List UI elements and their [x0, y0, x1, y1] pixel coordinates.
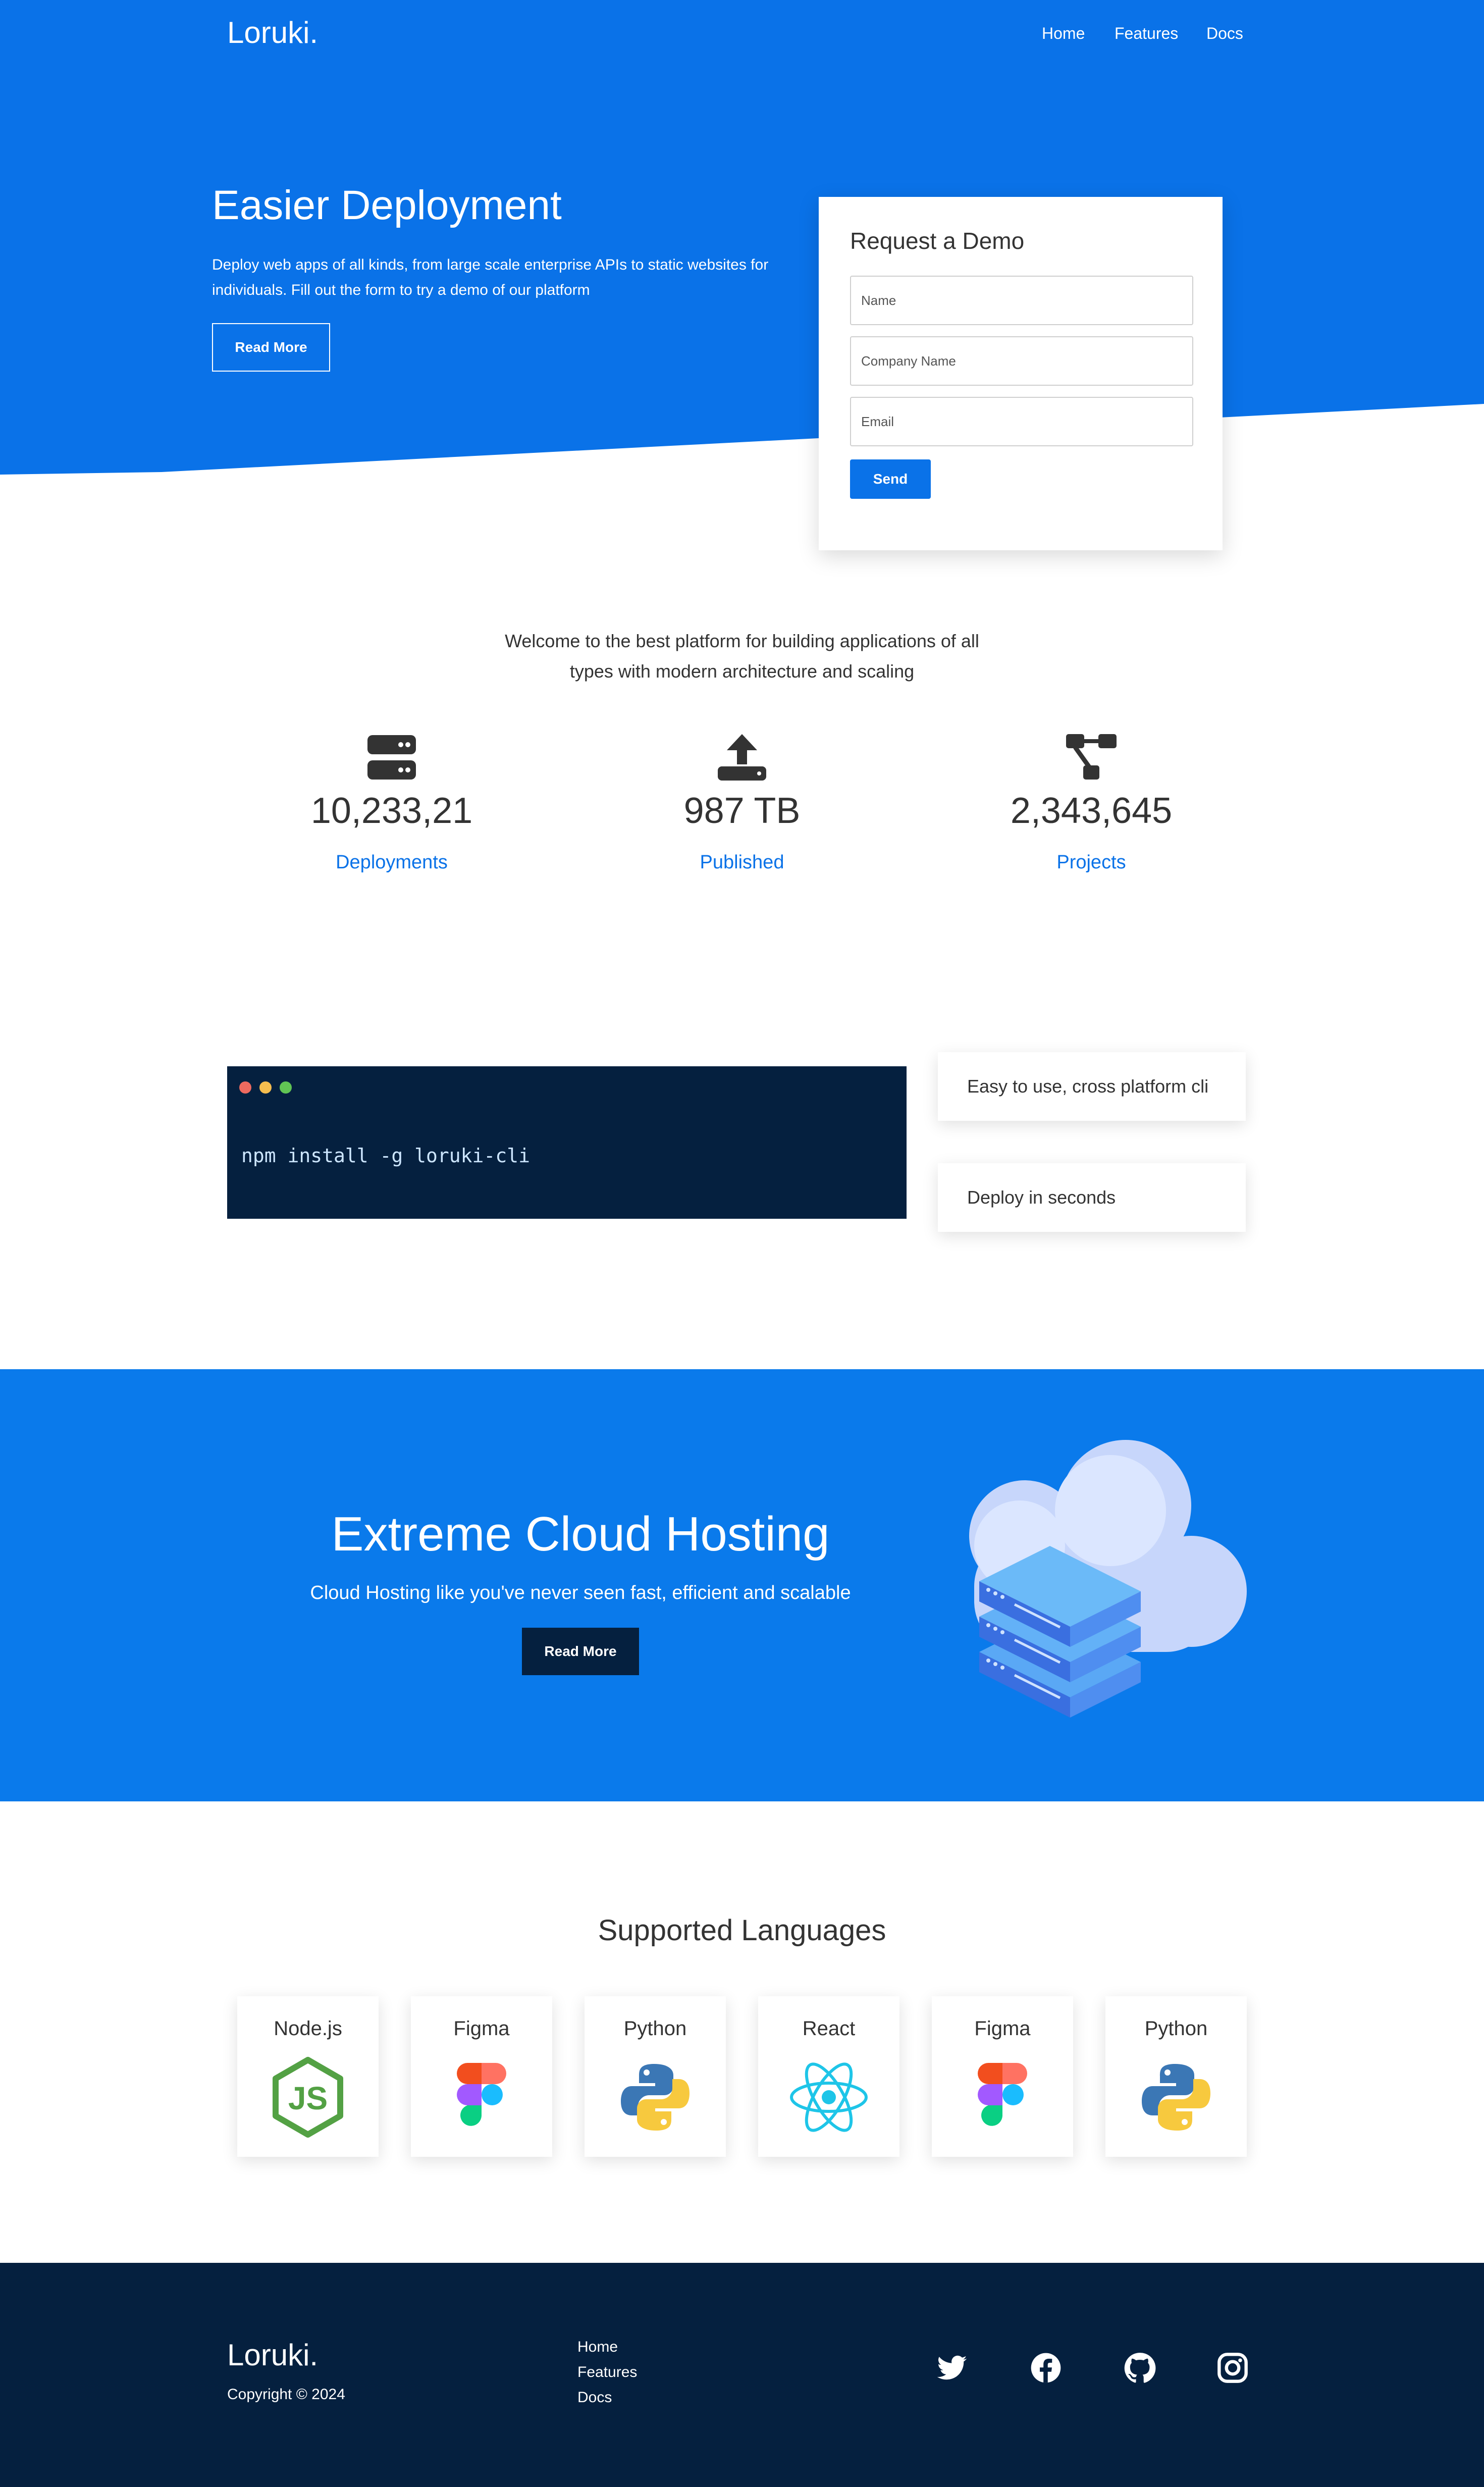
nav-home[interactable]: Home [1042, 24, 1085, 43]
language-name: Python [623, 2017, 687, 2040]
footer-copyright: Copyright © 2024 [227, 2386, 345, 2403]
language-name: Figma [974, 2017, 1031, 2040]
footer-link-features[interactable]: Features [577, 2364, 637, 2381]
nav-docs[interactable]: Docs [1206, 24, 1243, 43]
email-field[interactable] [850, 397, 1193, 446]
upload-icon [718, 734, 766, 781]
language-card-react: React [758, 1996, 899, 2157]
figma-icon [978, 2063, 1027, 2126]
cli-feature-card: Deploy in seconds [938, 1163, 1246, 1232]
maximize-dot-icon [280, 1081, 292, 1094]
send-button[interactable]: Send [850, 459, 931, 499]
footer-brand[interactable]: Loruki. [227, 2338, 318, 2372]
language-card-python: Python [585, 1996, 726, 2157]
react-icon [790, 2062, 868, 2132]
cli-feature-card: Easy to use, cross platform cli [938, 1052, 1246, 1121]
figma-icon [457, 2063, 506, 2126]
hero-title: Easier Deployment [212, 182, 562, 228]
instagram-icon[interactable] [1216, 2352, 1249, 2384]
nav-features[interactable]: Features [1115, 24, 1178, 43]
stat-value: 10,233,21 [310, 791, 473, 831]
demo-request-form: Request a Demo Send [819, 197, 1223, 550]
cli-terminal: npm install -g loruki-cli [227, 1066, 907, 1219]
footer: Loruki. Copyright © 2024 Home Features D… [0, 2263, 1484, 2487]
cloud-read-more-button[interactable]: Read More [522, 1628, 639, 1675]
python-icon [1142, 2064, 1210, 2131]
cloud-title: Extreme Cloud Hosting [331, 1507, 830, 1561]
brand-logo[interactable]: Loruki. [227, 15, 318, 50]
language-card-python: Python [1105, 1996, 1247, 2157]
stat-value: 2,343,645 [1010, 791, 1173, 831]
stat-published: 987 TB Published [591, 732, 893, 873]
cli-command: npm install -g loruki-cli [241, 1145, 530, 1167]
footer-link-home[interactable]: Home [577, 2339, 618, 2356]
facebook-icon[interactable] [1030, 2352, 1062, 2384]
footer-link-docs[interactable]: Docs [577, 2389, 612, 2406]
stat-label: Projects [1056, 852, 1126, 873]
language-name: Figma [453, 2017, 510, 2040]
project-diagram-icon [1066, 734, 1117, 780]
nodejs-icon: JS [273, 2057, 343, 2138]
svg-text:JS: JS [288, 2080, 328, 2116]
close-dot-icon [239, 1081, 251, 1094]
python-icon [621, 2064, 690, 2131]
stat-value: 987 TB [683, 791, 801, 831]
welcome-text: Welcome to the best platform for buildin… [505, 631, 979, 682]
twitter-icon[interactable] [936, 2352, 968, 2384]
language-card-nodejs: Node.js JS [237, 1996, 379, 2157]
name-field[interactable] [850, 276, 1193, 325]
company-name-field[interactable] [850, 336, 1193, 386]
server-icon [367, 735, 416, 780]
stat-deployments: 10,233,21 Deployments [240, 732, 543, 873]
cloud-subtitle: Cloud Hosting like you've never seen fas… [310, 1582, 851, 1603]
demo-form-title: Request a Demo [850, 228, 1025, 254]
language-name: Node.js [274, 2017, 342, 2040]
minimize-dot-icon [259, 1081, 272, 1094]
stat-projects: 2,343,645 Projects [940, 732, 1243, 873]
language-card-figma: Figma [411, 1996, 552, 2157]
hero-description: Deploy web apps of all kinds, from large… [212, 256, 769, 298]
languages-title: Supported Languages [598, 1914, 886, 1947]
language-card-figma: Figma [932, 1996, 1073, 2157]
cloud-server-illustration [969, 1440, 1247, 1718]
language-name: Python [1144, 2017, 1208, 2040]
stat-label: Published [700, 852, 784, 873]
stat-label: Deployments [336, 852, 448, 873]
hero-read-more-button[interactable]: Read More [212, 323, 330, 372]
language-name: React [802, 2017, 856, 2040]
cloud-hosting-section: Extreme Cloud Hosting Cloud Hosting like… [0, 1369, 1484, 1801]
github-icon[interactable] [1124, 2352, 1156, 2384]
